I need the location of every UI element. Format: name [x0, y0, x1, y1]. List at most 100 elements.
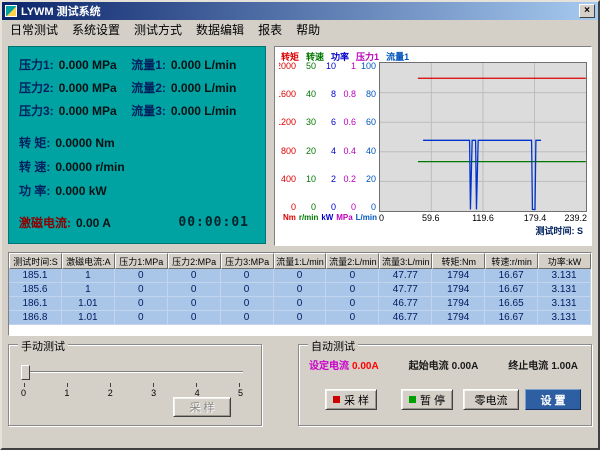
table-cell: 1794 — [432, 297, 485, 311]
table-cell: 46.77 — [379, 297, 432, 311]
menu-item-3[interactable]: 测试方式 — [127, 20, 189, 39]
x-tick: 179.4 — [524, 213, 547, 223]
table-cell: 0 — [326, 297, 379, 311]
axis-tick: 20 — [366, 175, 376, 184]
readout-panel: 压力1:0.000 MPa流量1:0.000 L/min压力2:0.000 MP… — [8, 46, 266, 244]
table-cell: 16.67 — [485, 283, 538, 297]
table-row[interactable]: 186.11.010000046.77179416.653.131 — [9, 297, 591, 311]
readout-pressure-2: 压力2:0.000 MPa — [19, 79, 131, 96]
app-window: LYWM 测试系统 × 日常测试系统设置测试方式数据编辑报表帮助 压力1:0.0… — [0, 0, 600, 450]
table-cell: 0 — [115, 311, 168, 325]
column-header: 转速:r/min — [485, 253, 538, 269]
readout-speed: 转 速:0.0000 r/min — [19, 158, 257, 175]
menu-item-2[interactable]: 系统设置 — [65, 20, 127, 39]
button-label: 采 样 — [344, 392, 369, 408]
auto-test-group: 自动测试 设定电流0.00A起始电流0.00A终止电流1.00A 采 样暂 停零… — [298, 344, 592, 426]
table-cell: 1.01 — [62, 297, 115, 311]
button-label: 暂 停 — [420, 392, 445, 408]
app-icon — [5, 5, 17, 17]
axis-tick: 0.6 — [343, 118, 356, 127]
axis-tick: 8 — [331, 90, 336, 99]
column-header: 流量1:L/min — [274, 253, 327, 269]
excitation-current-value: 0.00 A — [76, 216, 111, 230]
settings-button[interactable]: 设 置 — [525, 389, 581, 410]
axis-tick: 0 — [351, 203, 356, 212]
chart-panel: 转矩转速功率压力1流量1 200016001200800400050403020… — [274, 46, 592, 246]
power-value: 0.000 kW — [55, 184, 106, 198]
table-cell: 16.67 — [485, 269, 538, 283]
slider-tick — [153, 383, 154, 387]
pressure-2-value: 0.000 MPa — [59, 81, 117, 95]
axis-tick: 10 — [306, 175, 316, 184]
axis-unit: kW — [321, 213, 333, 222]
table-cell: 0 — [326, 269, 379, 283]
auto-test-label: 自动测试 — [308, 338, 358, 354]
chart-bottom: Nmr/minkWMPaL/min 059.6119.6179.4239.2 — [279, 212, 587, 224]
x-tick: 0 — [379, 213, 384, 223]
close-button[interactable]: × — [579, 4, 595, 18]
table-row[interactable]: 185.610000047.77179416.673.131 — [9, 283, 591, 297]
manual-test-group: 手动测试 012345 采 样 — [8, 344, 262, 426]
table-cell: 0 — [115, 269, 168, 283]
pressure-3-label: 压力3: — [19, 102, 54, 119]
auto-field-label: 起始电流 — [409, 361, 449, 372]
timer-display: 00:00:01 — [178, 215, 249, 230]
slider-thumb[interactable] — [21, 365, 30, 380]
slider-track[interactable] — [21, 371, 243, 373]
table-cell: 0 — [168, 269, 221, 283]
menu-item-1[interactable]: 日常测试 — [3, 20, 65, 39]
table-cell: 0 — [274, 283, 327, 297]
torque-label: 转 矩: — [19, 134, 50, 151]
table-row[interactable]: 185.110000047.77179416.673.131 — [9, 269, 591, 283]
column-header: 流量2:L/min — [326, 253, 379, 269]
axis-tick: 1600 — [279, 90, 296, 99]
table-cell: 47.77 — [379, 269, 432, 283]
axis-tick: 400 — [281, 175, 296, 184]
menu-item-4[interactable]: 数据编辑 — [189, 20, 251, 39]
axis-tick: 4 — [331, 147, 336, 156]
table-cell: 0 — [168, 297, 221, 311]
flow-1-value: 0.000 L/min — [171, 58, 236, 72]
menu-item-5[interactable]: 报表 — [251, 20, 289, 39]
menu-item-6[interactable]: 帮助 — [289, 20, 327, 39]
table-cell: 3.131 — [538, 311, 591, 325]
table-cell: 3.131 — [538, 269, 591, 283]
excitation-current-label: 激磁电流: — [19, 214, 71, 231]
table-cell: 16.67 — [485, 311, 538, 325]
axis-tick: 10 — [326, 62, 336, 71]
table-cell: 1794 — [432, 283, 485, 297]
table-cell: 0 — [115, 283, 168, 297]
auto-test-fields: 设定电流0.00A起始电流0.00A终止电流1.00A — [309, 357, 581, 372]
zero-current-button[interactable]: 零电流 — [463, 389, 519, 410]
flow-3-value: 0.000 L/min — [171, 104, 236, 118]
axis-tick: 40 — [306, 90, 316, 99]
table-cell: 0 — [168, 283, 221, 297]
table-row[interactable]: 186.81.010000046.77179416.673.131 — [9, 311, 591, 325]
table-cell: 0 — [221, 269, 274, 283]
pause-button[interactable]: 暂 停 — [401, 389, 453, 410]
slider-scale-label: 1 — [64, 388, 69, 398]
axis-tick: 2 — [331, 175, 336, 184]
slider-tick — [239, 383, 240, 387]
auto-field-1: 设定电流0.00A — [309, 357, 382, 372]
torque-speed-power-readouts: 转 矩:0.0000 Nm 转 速:0.0000 r/min 功 率:0.000 k… — [19, 134, 257, 199]
manual-sample-button[interactable]: 采 样 — [173, 397, 231, 417]
auto-sample-button[interactable]: 采 样 — [325, 389, 377, 410]
readout-pressure-1: 压力1:0.000 MPa — [19, 56, 131, 73]
axis-units: Nmr/minkWMPaL/min — [279, 212, 379, 222]
axis-tick: 80 — [366, 90, 376, 99]
current-slider[interactable]: 012345 — [21, 361, 243, 399]
readout-power: 功 率:0.000 kW — [19, 182, 257, 199]
readout-torque: 转 矩:0.0000 Nm — [19, 134, 257, 151]
window-title: LYWM 测试系统 — [21, 3, 101, 19]
red-square-icon — [333, 396, 340, 403]
axis-ticks-MPa: 10.80.60.40.20 — [339, 62, 359, 212]
axis-tick: 0 — [291, 203, 296, 212]
slider-scale-label: 3 — [151, 388, 156, 398]
button-label: 设 置 — [540, 392, 565, 408]
table-cell: 0 — [221, 283, 274, 297]
x-axis-ticks: 059.6119.6179.4239.2 — [379, 212, 587, 224]
flow-2-value: 0.000 L/min — [171, 81, 236, 95]
column-header: 功率:kW — [538, 253, 591, 269]
axis-tick: 2000 — [279, 62, 296, 71]
